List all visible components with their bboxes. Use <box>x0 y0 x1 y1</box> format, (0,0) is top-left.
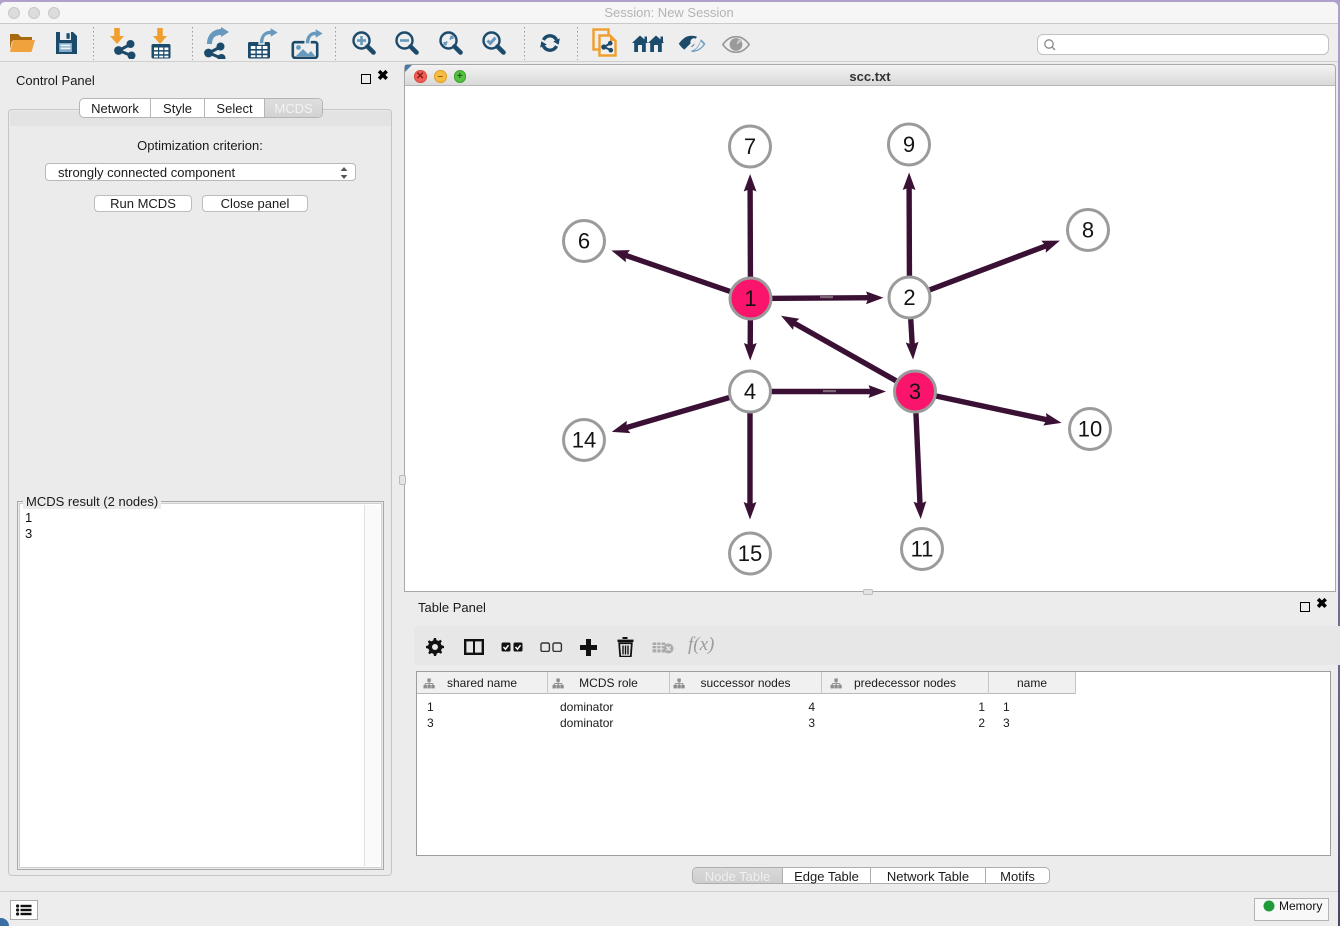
svg-text:7: 7 <box>744 134 756 159</box>
svg-text:14: 14 <box>572 428 596 453</box>
svg-text:10: 10 <box>1078 417 1102 442</box>
svg-text:2: 2 <box>903 285 915 310</box>
svg-text:9: 9 <box>903 132 915 157</box>
svg-text:3: 3 <box>909 379 921 404</box>
svg-text:8: 8 <box>1082 218 1094 243</box>
svg-text:15: 15 <box>738 541 762 566</box>
svg-text:1: 1 <box>744 286 756 311</box>
svg-text:6: 6 <box>578 229 590 254</box>
svg-text:4: 4 <box>744 379 756 404</box>
svg-text:11: 11 <box>911 537 934 562</box>
